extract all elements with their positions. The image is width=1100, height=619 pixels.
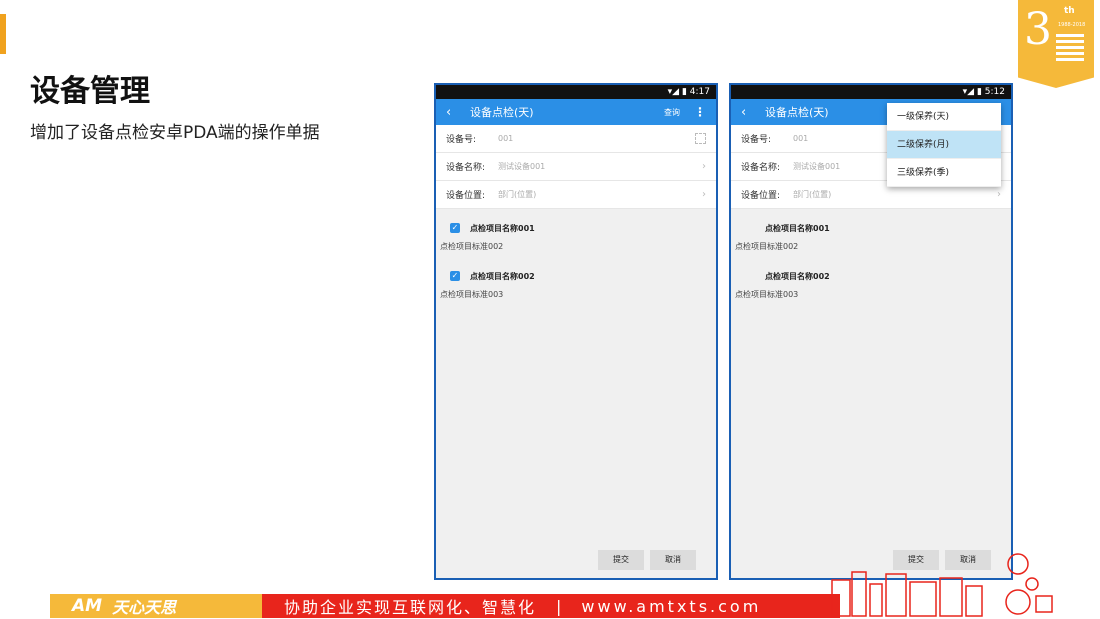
- inspection-item[interactable]: ✓ 点检项目名称001: [436, 217, 716, 239]
- dropdown-option-level-2[interactable]: 二级保养(月): [887, 131, 1001, 159]
- field-value: 部门(位置): [498, 190, 537, 199]
- checkbox-unchecked-icon[interactable]: [745, 271, 755, 281]
- cancel-button[interactable]: 取消: [650, 550, 696, 570]
- item-standard: 点检项目标准002: [735, 242, 799, 251]
- checkbox-checked-icon[interactable]: ✓: [450, 223, 460, 233]
- scan-icon[interactable]: [695, 133, 706, 144]
- query-button[interactable]: 查询: [664, 107, 680, 118]
- page-title: 设备管理: [30, 74, 150, 109]
- status-time: 5:12: [984, 87, 1005, 97]
- dropdown-option-level-1[interactable]: 一级保养(天): [887, 103, 1001, 131]
- checkbox-checked-icon[interactable]: ✓: [450, 271, 460, 281]
- status-bar: ▾◢ ▮ 5:12: [731, 85, 1011, 99]
- field-label: 设备号:: [446, 135, 477, 145]
- item-standard: 点检项目标准003: [440, 290, 504, 299]
- field-label: 设备名称:: [741, 163, 781, 173]
- field-label: 设备名称:: [446, 163, 486, 173]
- field-label: 设备位置:: [446, 191, 486, 201]
- submit-button[interactable]: 提交: [598, 550, 644, 570]
- item-name: 点检项目名称001: [765, 223, 830, 233]
- phone-screenshot-1: ▾◢ ▮ 4:17 ‹ 设备点检(天) 查询 ⋮ 设备号: 001 设备名称: …: [434, 83, 718, 580]
- field-device-location[interactable]: 设备位置: 部门(位置) ›: [436, 181, 716, 209]
- badge-lines: [1056, 34, 1084, 64]
- logo-am: AM: [72, 596, 103, 616]
- inspection-item[interactable]: ✓ 点检项目名称002: [436, 265, 716, 287]
- status-time: 4:17: [689, 87, 710, 97]
- dropdown-option-level-3[interactable]: 三级保养(季): [887, 159, 1001, 187]
- field-value: 001: [498, 134, 514, 143]
- badge-number: 3: [1024, 4, 1052, 55]
- inspection-item[interactable]: 点检项目名称001: [731, 217, 1011, 239]
- chevron-right-icon: ›: [702, 189, 706, 200]
- anniversary-badge: 3 th 1988-2018: [1018, 0, 1094, 88]
- form: 设备号: 001 设备名称: 测试设备001 › 设备位置: 部门(位置) ›: [436, 125, 716, 209]
- more-menu-icon[interactable]: ⋮: [694, 105, 706, 119]
- item-name: 点检项目名称002: [765, 271, 830, 281]
- item-standard: 点检项目标准002: [440, 242, 504, 251]
- field-value: 部门(位置): [793, 190, 832, 199]
- chevron-right-icon: ›: [702, 161, 706, 172]
- action-buttons: 提交 取消: [598, 550, 696, 570]
- maintenance-level-dropdown: 一级保养(天) 二级保养(月) 三级保养(季): [887, 103, 1001, 187]
- status-bar: ▾◢ ▮ 4:17: [436, 85, 716, 99]
- phone-screenshot-2: ▾◢ ▮ 5:12 ‹ 设备点检(天) 设备号: 001 设备名称: 测试设备0…: [729, 83, 1013, 580]
- badge-th: th: [1064, 6, 1075, 16]
- field-label: 设备位置:: [741, 191, 781, 201]
- footer-separator: |: [556, 596, 562, 616]
- footer-banner: AM 天心天思 协助企业实现互联网化、智慧化 | www.amtxts.com: [50, 594, 840, 618]
- slide: 设备管理 增加了设备点检安卓PDA端的操作单据 3 th 1988-2018 ▾…: [0, 0, 1100, 619]
- chevron-right-icon: ›: [997, 189, 1001, 200]
- item-name: 点检项目名称002: [470, 271, 535, 281]
- back-icon[interactable]: ‹: [446, 105, 460, 120]
- field-value: 测试设备001: [498, 162, 546, 171]
- inspection-item[interactable]: 点检项目名称002: [731, 265, 1011, 287]
- page-subtitle: 增加了设备点检安卓PDA端的操作单据: [30, 123, 320, 143]
- city-skyline-icon: [831, 553, 1053, 617]
- field-label: 设备号:: [741, 135, 772, 145]
- field-device-name[interactable]: 设备名称: 测试设备001 ›: [436, 153, 716, 181]
- accent-bar: [0, 14, 6, 54]
- item-name: 点检项目名称001: [470, 223, 535, 233]
- badge-years: 1988-2018: [1058, 22, 1086, 28]
- logo-brand: 天心天思: [112, 598, 177, 617]
- checkbox-unchecked-icon[interactable]: [745, 223, 755, 233]
- company-logo: AM 天心天思: [50, 594, 262, 618]
- field-device-no[interactable]: 设备号: 001: [436, 125, 716, 153]
- footer-slogan: 协助企业实现互联网化、智慧化: [284, 598, 537, 617]
- inspection-items: 点检项目名称001 点检项目标准002 点检项目名称002 点检项目标准003: [731, 209, 1011, 313]
- screen-title: 设备点检(天): [470, 106, 534, 119]
- inspection-items: ✓ 点检项目名称001 点检项目标准002 ✓ 点检项目名称002 点检项目标准…: [436, 209, 716, 313]
- footer-website: www.amtxts.com: [581, 596, 762, 616]
- app-bar: ‹ 设备点检(天) 查询 ⋮: [436, 99, 716, 125]
- item-standard: 点检项目标准003: [735, 290, 799, 299]
- back-icon[interactable]: ‹: [741, 105, 755, 120]
